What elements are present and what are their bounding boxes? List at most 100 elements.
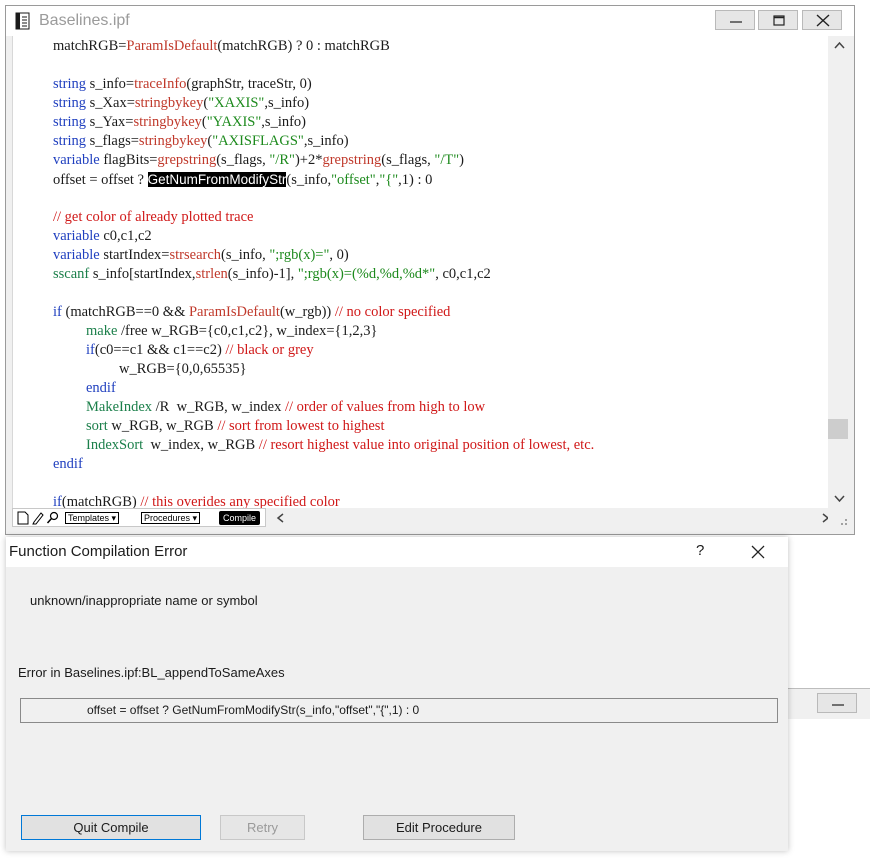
code-token: startIndex= [99,247,170,263]
compile-button[interactable]: Compile [219,511,261,525]
code-token: // order of values from high to low [284,399,486,415]
code-line[interactable]: // get color of already plotted trace [53,208,254,227]
retry-button[interactable]: Retry [220,815,305,840]
procedures-popup[interactable]: Procedures ▾ [141,512,201,524]
dialog-title-bar[interactable]: Function Compilation Error ? [6,537,788,567]
code-token: (s_flags, [216,152,270,168]
code-token: "XAXIS" [208,95,265,111]
code-token: MakeIndex [86,399,153,415]
code-line[interactable]: string s_Xax=stringbykey("XAXIS",s_info) [53,94,309,113]
selected-token: GetNumFromModifyStr [147,172,287,187]
magnifier-icon[interactable] [46,511,60,525]
code-token: // black or grey [225,342,314,358]
scroll-thumb[interactable] [828,419,848,439]
code-token: offset = offset ? [53,172,148,188]
code-token: "/T" [434,152,460,168]
code-token: string [53,114,87,130]
code-token: (s_flags, [381,152,435,168]
code-token: w_index, w_RGB [143,437,259,453]
code-token: "offset" [331,172,376,188]
maximize-icon [773,15,785,26]
resize-grip-icon [841,519,847,525]
error-line-box: offset = offset ? GetNumFromModifyStr(s_… [20,698,778,723]
code-token: IndexSort [86,437,144,453]
resize-grip[interactable] [828,508,851,528]
code-token: strsearch [169,247,222,263]
help-button[interactable]: ? [696,542,704,559]
code-token: (matchRGB) ? 0 : matchRGB [217,38,390,54]
code-line[interactable]: MakeIndex /R w_RGB, w_index // order of … [86,398,485,417]
code-line[interactable]: IndexSort w_index, w_RGB // resort highe… [86,436,594,455]
code-line[interactable]: if(matchRGB) // this overides any specif… [53,493,340,508]
code-token: ,s_info) [303,133,349,149]
code-token: flagBits= [99,152,158,168]
scroll-down-icon[interactable] [828,488,851,508]
procedure-window: Baselines.ipf matchRGB=ParamIsDefault(ma… [5,5,855,535]
code-token: ParamIsDefault [126,38,218,54]
scroll-up-icon[interactable] [828,36,851,56]
close-icon [816,14,830,27]
code-line[interactable]: if (matchRGB==0 && ParamIsDefault(w_rgb)… [53,303,450,322]
code-token: // get color of already plotted trace [53,209,254,225]
code-token: // resort highest value into original po… [258,437,595,453]
code-line[interactable]: endif [86,379,116,398]
code-line[interactable]: matchRGB=ParamIsDefault(matchRGB) ? 0 : … [53,37,390,56]
background-minimize-button[interactable] [817,693,857,713]
close-button[interactable] [802,10,842,30]
code-token: // sort from lowest to highest [217,418,385,434]
scroll-left-icon[interactable] [271,508,291,528]
pencil-icon[interactable] [31,511,45,525]
code-token: endif [53,456,83,472]
minimize-icon [832,704,844,706]
code-line[interactable]: variable startIndex=strsearch(s_info, ";… [53,246,349,265]
code-line[interactable]: variable flagBits=grepstring(s_flags, "/… [53,151,464,170]
code-token: ,1) : 0 [398,172,433,188]
code-token: s_info[startIndex, [89,266,196,282]
code-token: "/R" [269,152,295,168]
code-line[interactable]: make /free w_RGB={c0,c1,c2}, w_index={1,… [86,322,377,341]
code-token: if [53,304,62,320]
code-token: stringbykey [134,95,204,111]
code-token: endif [86,380,116,396]
code-token: variable [53,152,100,168]
window-title-bar[interactable]: Baselines.ipf [6,6,854,36]
code-token: s_Yax= [86,114,134,130]
horizontal-scrollbar[interactable] [266,508,830,528]
code-line[interactable]: string s_info=traceInfo(graphStr, traceS… [53,75,312,94]
code-line[interactable]: sort w_RGB, w_RGB // sort from lowest to… [86,417,384,436]
minimize-icon [730,21,742,23]
code-line[interactable]: sscanf s_info[startIndex,strlen(s_info)-… [53,265,491,284]
code-line[interactable]: variable c0,c1,c2 [53,227,152,246]
code-line[interactable]: string s_Yax=stringbykey("YAXIS",s_info) [53,113,306,132]
vertical-scrollbar[interactable] [828,36,851,508]
code-line[interactable]: string s_flags=stringbykey("AXISFLAGS",s… [53,132,349,151]
code-token: sort [86,418,108,434]
code-token: (matchRGB) [61,494,141,508]
compile-error-dialog: Function Compilation Error ? unknown/ina… [6,537,788,851]
code-line[interactable]: endif [53,455,83,474]
code-token: if [53,494,62,508]
code-token: /free w_RGB={c0,c1,c2}, w_index={1,2,3} [117,323,378,339]
minimize-button[interactable] [715,10,755,30]
code-token: stringbykey [133,114,202,130]
templates-popup[interactable]: Templates ▾ [65,512,120,524]
code-line[interactable]: if(c0==c1 && c1==c2) // black or grey [86,341,314,360]
code-line[interactable]: offset = offset ? GetNumFromModifyStr(s_… [53,170,432,189]
code-line[interactable]: w_RGB={0,0,65535} [119,360,247,379]
quit-compile-button[interactable]: Quit Compile [21,815,201,840]
page-icon[interactable] [16,511,30,525]
code-token: )+2* [294,152,323,168]
code-token: s_info= [86,76,135,92]
toolbar-tools: Templates ▾ Procedures ▾ Compile [12,508,266,527]
error-location: Error in Baselines.ipf:BL_appendToSameAx… [18,665,285,680]
code-token: (matchRGB==0 && [61,304,189,320]
close-icon[interactable] [747,541,769,563]
maximize-button[interactable] [758,10,798,30]
code-token: string [53,95,87,111]
code-token: , 0) [329,247,349,263]
code-token: traceInfo [134,76,187,92]
code-token: strlen [195,266,228,282]
code-editor[interactable]: matchRGB=ParamIsDefault(matchRGB) ? 0 : … [12,36,829,508]
edit-procedure-button[interactable]: Edit Procedure [363,815,515,840]
code-token: make [86,323,118,339]
